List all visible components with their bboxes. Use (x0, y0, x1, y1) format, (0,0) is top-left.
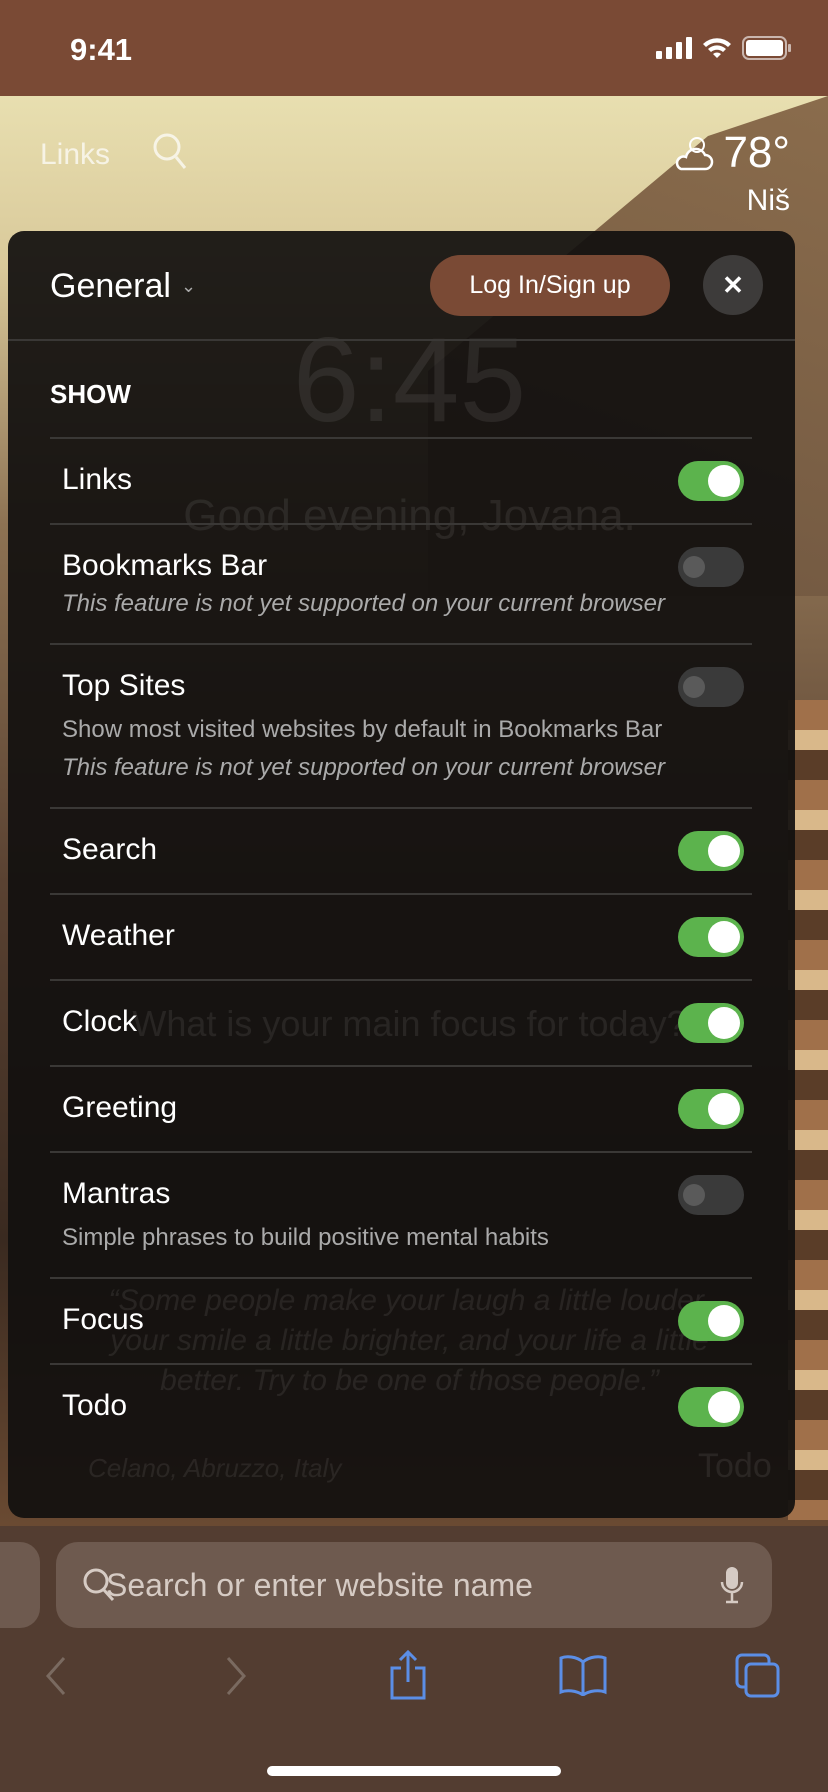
chevron-down-icon: ⌄ (180, 276, 197, 296)
temperature: 78° (723, 128, 790, 177)
setting-label: Focus (62, 1303, 144, 1336)
login-signup-button[interactable]: Log In/Sign up (430, 255, 670, 316)
toggle-knob (708, 1391, 740, 1423)
setting-label: Weather (62, 919, 175, 952)
toggle-weather[interactable] (678, 917, 744, 957)
tabs-icon[interactable] (734, 1652, 782, 1700)
toggle-greeting[interactable] (678, 1089, 744, 1129)
setting-label: Links (62, 463, 133, 496)
toggle-mantras[interactable] (678, 1175, 744, 1215)
section-dropdown-label: General (50, 267, 171, 305)
home-indicator[interactable] (267, 1766, 561, 1776)
setting-note: This feature is not yet supported on you… (62, 754, 665, 781)
setting-row-top-sites: Top Sites Show most visited websites by d… (50, 643, 752, 807)
setting-row-mantras: Mantras Simple phrases to build positive … (50, 1151, 752, 1277)
bg-location: Celano, Abruzzo, Italy (88, 1453, 342, 1483)
setting-label: Mantras (62, 1177, 171, 1210)
previous-tab-peek[interactable] (0, 1542, 40, 1628)
battery-icon (742, 36, 791, 60)
bg-todo: Todo (698, 1447, 772, 1485)
toggle-knob (708, 1007, 740, 1039)
search-icon (83, 1568, 115, 1602)
share-icon[interactable] (388, 1650, 428, 1700)
address-input[interactable] (106, 1566, 626, 1604)
section-heading: SHOW (50, 379, 131, 409)
settings-list: Links Bookmarks Bar This feature is not ye… (50, 437, 752, 1449)
status-time: 9:41 (70, 32, 133, 67)
setting-row-bookmarks-bar: Bookmarks Bar This feature is not yet sup… (50, 523, 752, 643)
setting-row-greeting: Greeting (50, 1065, 752, 1151)
toggle-top-sites[interactable] (678, 667, 744, 707)
toggle-clock[interactable] (678, 1003, 744, 1043)
microphone-icon[interactable] (720, 1566, 744, 1604)
links-button[interactable]: Links (40, 138, 110, 172)
close-icon[interactable]: ✕ (703, 255, 763, 315)
section-dropdown[interactable]: General ⌄ (50, 267, 196, 306)
setting-row-search: Search (50, 807, 752, 893)
setting-row-weather: Weather (50, 893, 752, 979)
address-bar[interactable] (56, 1542, 772, 1628)
setting-row-clock: Clock (50, 979, 752, 1065)
toggle-knob (708, 921, 740, 953)
setting-row-todo: Todo (50, 1363, 752, 1449)
setting-note: This feature is not yet supported on you… (62, 590, 665, 617)
toggle-knob (683, 676, 705, 698)
toggle-todo[interactable] (678, 1387, 744, 1427)
browser-toolbar (0, 1526, 828, 1792)
bookmarks-icon[interactable] (558, 1654, 608, 1696)
cellular-signal-icon (656, 37, 692, 59)
toggle-knob (708, 1093, 740, 1125)
toggle-focus[interactable] (678, 1301, 744, 1341)
toggle-bookmarks-bar[interactable] (678, 547, 744, 587)
setting-label: Todo (62, 1389, 128, 1422)
toggle-search[interactable] (678, 831, 744, 871)
setting-description: Show most visited websites by default in… (62, 716, 663, 743)
partly-cloudy-icon (676, 137, 714, 171)
forward-icon[interactable] (224, 1656, 248, 1696)
toggle-links[interactable] (678, 461, 744, 501)
toggle-knob (683, 556, 705, 578)
search-icon[interactable] (152, 132, 188, 172)
toggle-knob (708, 835, 740, 867)
setting-label: Search (62, 833, 158, 866)
setting-description: Simple phrases to build positive mental … (62, 1224, 549, 1251)
status-bar: 9:41 (0, 0, 828, 96)
toggle-knob (708, 1305, 740, 1337)
setting-label: Bookmarks Bar (62, 549, 268, 582)
setting-label: Clock (62, 1005, 138, 1038)
settings-panel: 6:45 Good evening, Jovana. What is your … (8, 231, 795, 1518)
back-icon[interactable] (44, 1656, 68, 1696)
panel-header: General ⌄ Log In/Sign up ✕ (8, 231, 795, 341)
setting-row-focus: Focus (50, 1277, 752, 1363)
weather-city: Niš (746, 184, 790, 217)
toggle-knob (683, 1184, 705, 1206)
weather-widget[interactable]: 78° Niš (671, 128, 790, 218)
setting-label: Top Sites (62, 669, 186, 702)
wifi-icon (703, 38, 731, 58)
setting-row-links: Links (50, 437, 752, 523)
setting-label: Greeting (62, 1091, 178, 1124)
toggle-knob (708, 465, 740, 497)
